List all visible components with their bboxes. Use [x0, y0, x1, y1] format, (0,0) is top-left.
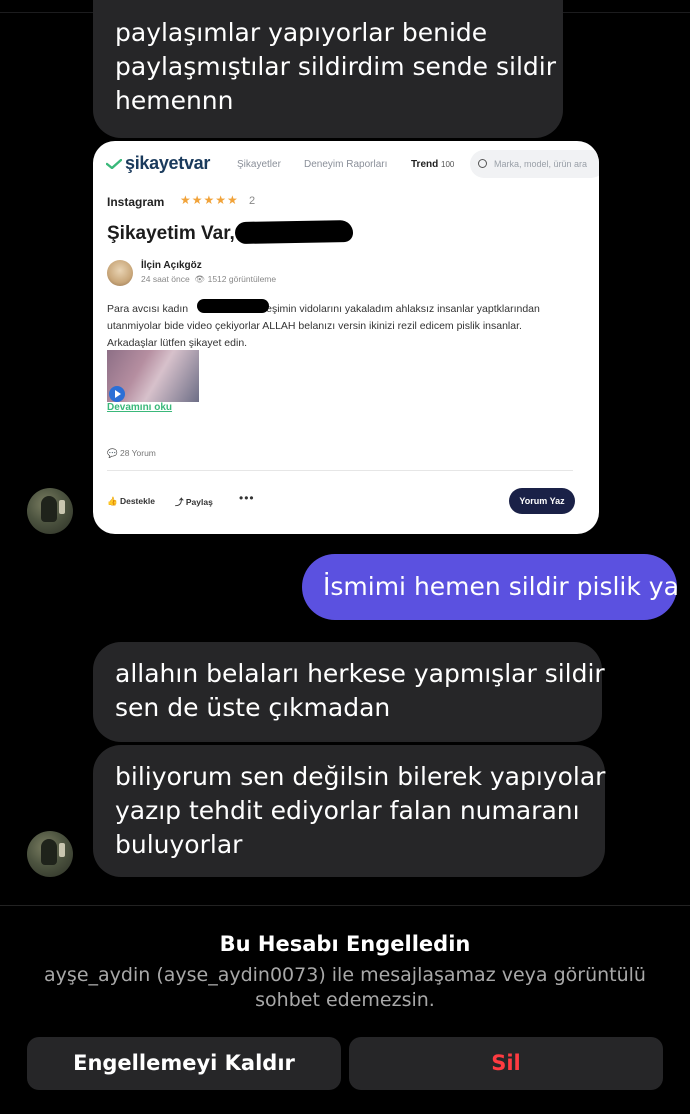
nav-deneyim-raporlari: Deneyim Raporları — [304, 159, 388, 170]
body-line1-start: Para avcısı kadın — [107, 303, 189, 315]
eye-icon: 👁 — [194, 274, 206, 284]
logo-text: şikayetvar — [125, 153, 211, 173]
share-icon: ⤴ — [175, 497, 184, 507]
message-line: buluyorlar — [115, 830, 243, 859]
message-line: yazıp tehdit ediyorlar falan numaranı — [115, 796, 580, 825]
redaction-mark — [197, 299, 269, 313]
message-clipped-line — [115, 0, 541, 16]
search-icon — [478, 159, 487, 168]
message-bubble-incoming[interactable]: biliyorum sen değilsin bilerek yapıyolar… — [93, 745, 605, 877]
contact-avatar[interactable] — [27, 488, 73, 534]
logo-check-icon — [106, 159, 122, 169]
message-line: allahın belaları herkese yapmışlar sildi… — [115, 659, 605, 688]
body-line: utanmiyolar bide video çekiyorlar ALLAH … — [107, 320, 522, 332]
post-time: 24 saat önce — [141, 274, 190, 284]
more-options-icon: ••• — [239, 491, 255, 505]
comment-count: 💬 28 Yorum — [107, 448, 156, 459]
body-line1-end: eşimin vidolarını yakaladım ahlaksız ins… — [266, 303, 540, 315]
message-line: paylaşımlar yapıyorlar benide — [115, 18, 488, 47]
site-search: Marka, model, ürün ara — [470, 150, 599, 178]
site-nav: şikayetvar Şikayetler Deneyim Raporları … — [93, 141, 599, 187]
search-placeholder: Marka, model, ürün ara — [494, 159, 588, 169]
message-line: hemennn — [115, 86, 234, 115]
sikayetvar-logo: şikayetvar — [106, 153, 210, 174]
message-bubble-incoming[interactable]: allahın belaları herkese yapmışlar sildi… — [93, 642, 605, 742]
message-line: sen de üste çıkmadan — [115, 693, 391, 722]
body-line: Para avcısı kadın eşimin vidolarını yakal… — [107, 301, 577, 318]
read-more-link: Devamını oku — [107, 402, 173, 413]
message-bubble-incoming[interactable]: paylaşımlar yapıyorlar benide paylaşmışt… — [93, 0, 563, 138]
share-action: ⤴ Paylaş — [175, 496, 213, 508]
delete-button[interactable]: Sil — [349, 1037, 663, 1090]
trend-count: 100 — [441, 160, 455, 169]
message-line: biliyorum sen değilsin bilerek yapıyolar — [115, 762, 606, 791]
play-icon — [109, 386, 125, 402]
nav-trend: Trend 100 — [411, 159, 454, 170]
rating-stars: ★★★★★ — [180, 193, 239, 207]
complaint-title: Şikayetim Var, — [107, 223, 235, 244]
rating-value: 2 — [249, 195, 256, 207]
card-divider — [107, 470, 573, 471]
redaction-mark — [234, 219, 354, 245]
unblock-button[interactable]: Engellemeyi Kaldır — [27, 1037, 341, 1090]
author-avatar — [107, 260, 133, 286]
support-label: Destekle — [119, 496, 155, 506]
contact-avatar[interactable] — [27, 831, 73, 877]
share-label: Paylaş — [185, 497, 213, 507]
blocked-title: Bu Hesabı Engelledin — [219, 932, 471, 956]
trend-label: Trend — [411, 159, 439, 170]
message-line: paylaşmıştılar sildirdim sende sildir — [115, 52, 556, 81]
support-action: 👍 Destekle — [107, 496, 155, 507]
post-views: 1512 görüntüleme — [207, 274, 277, 284]
post-meta: 24 saat önce 👁 1512 görüntüleme — [141, 274, 276, 285]
avatar-detail — [59, 500, 65, 514]
nav-sikayetler: Şikayetler — [237, 159, 281, 170]
panel-divider — [0, 905, 690, 906]
author-name: İlçin Açıkgöz — [141, 260, 202, 271]
brand-name: Instagram — [107, 195, 165, 209]
blocked-description: ayşe_aydin (ayse_aydin0073) ile mesajlaş… — [44, 964, 646, 1011]
video-thumbnail — [107, 350, 199, 402]
shared-image-message[interactable]: şikayetvar Şikayetler Deneyim Raporları … — [93, 141, 599, 534]
message-bubble-outgoing[interactable]: İsmimi hemen sildir pislik ya — [302, 554, 679, 620]
write-comment-button: Yorum Yaz — [509, 488, 575, 514]
avatar-detail — [59, 843, 65, 857]
comment-icon: 💬 — [107, 448, 118, 458]
thumbs-up-icon: 👍 — [107, 496, 118, 506]
comment-count-text: 28 Yorum — [119, 448, 156, 458]
complaint-body: Para avcısı kadın eşimin vidolarını yakal… — [107, 301, 577, 352]
